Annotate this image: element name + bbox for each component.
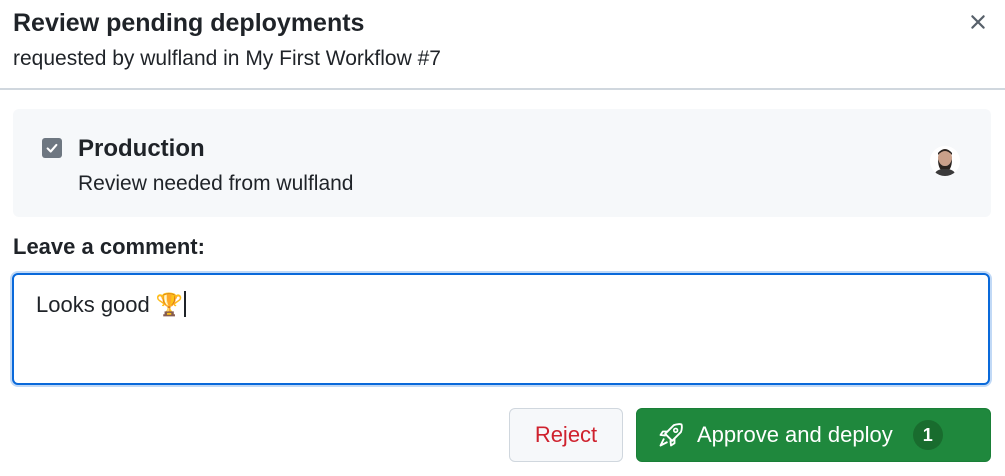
comment-textarea[interactable]: Looks good 🏆 bbox=[12, 273, 990, 385]
environment-name: Production bbox=[78, 135, 205, 162]
environment-card: Production Review needed from wulfland bbox=[13, 109, 991, 217]
close-icon bbox=[971, 15, 985, 29]
checkmark-icon bbox=[46, 143, 58, 153]
text-caret bbox=[184, 291, 187, 317]
review-deployments-dialog: Review pending deployments requested by … bbox=[0, 0, 1005, 476]
approve-and-deploy-button[interactable]: Approve and deploy 1 bbox=[636, 408, 991, 462]
environment-description: Review needed from wulfland bbox=[78, 172, 354, 195]
approve-label: Approve and deploy bbox=[697, 422, 893, 447]
comment-text: Looks good 🏆 bbox=[36, 292, 184, 317]
dialog-title: Review pending deployments bbox=[13, 9, 365, 37]
dialog-subtitle: requested by wulfland in My First Workfl… bbox=[13, 47, 441, 70]
reject-button[interactable]: Reject bbox=[509, 408, 623, 462]
user-avatar-icon bbox=[930, 146, 960, 176]
dialog-header: Review pending deployments requested by … bbox=[0, 0, 1005, 90]
environment-checkbox[interactable] bbox=[42, 138, 62, 158]
close-button[interactable] bbox=[960, 4, 996, 40]
approve-count-badge: 1 bbox=[912, 420, 943, 450]
reviewer-avatar bbox=[930, 146, 960, 176]
comment-label: Leave a comment: bbox=[13, 234, 205, 259]
rocket-icon bbox=[659, 423, 683, 447]
